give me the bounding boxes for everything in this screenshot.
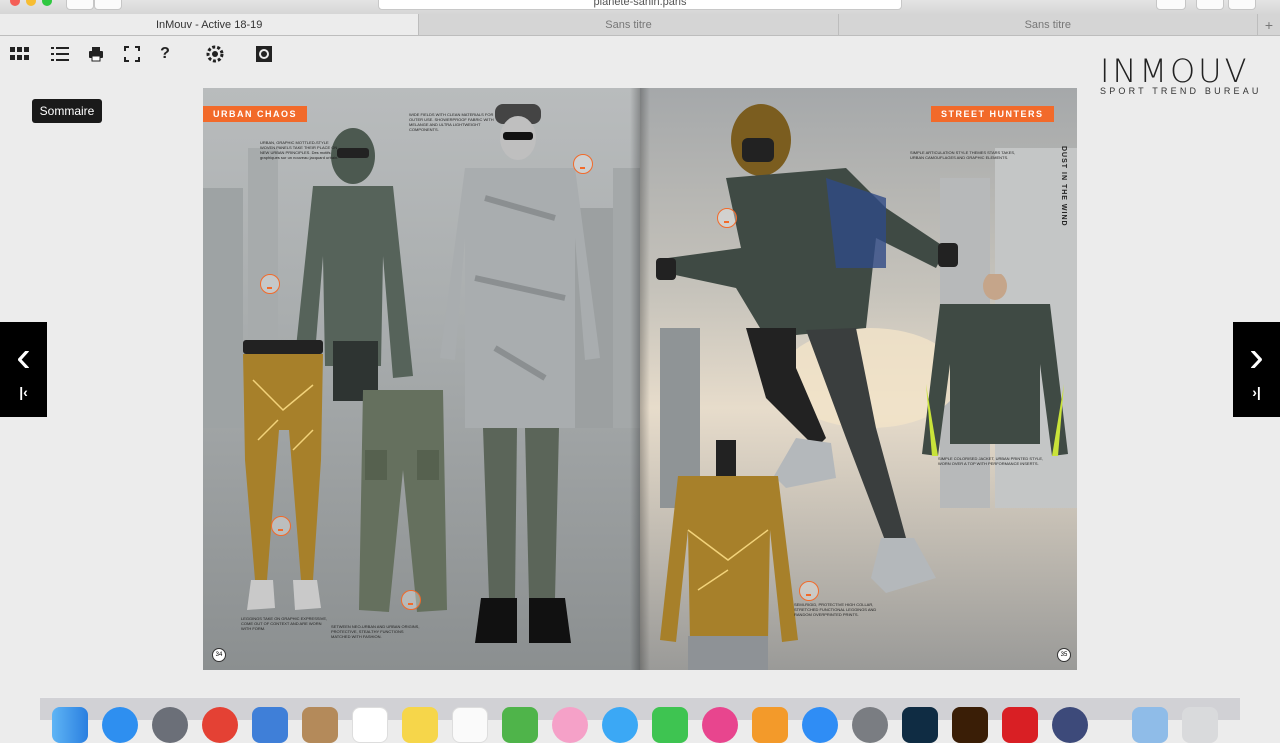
next-page-icon[interactable]: › <box>1249 334 1264 378</box>
finder-icon[interactable] <box>52 707 88 743</box>
download-icon[interactable] <box>401 590 421 610</box>
tab-sans-titre-1[interactable]: Sans titre <box>419 14 839 35</box>
messages-icon[interactable] <box>602 707 638 743</box>
caption-mannequin-jacket: SIMPLE COLORISED JACKET, URBAN PRINTED S… <box>938 456 1044 466</box>
system-preferences-icon[interactable] <box>852 707 888 743</box>
spread-gutter <box>630 88 650 670</box>
itunes-icon[interactable] <box>702 707 738 743</box>
trash-icon[interactable] <box>1182 707 1218 743</box>
facetime-icon[interactable] <box>652 707 688 743</box>
page-number-left: 34 <box>212 648 226 662</box>
macos-dock <box>40 697 1240 743</box>
caption-jacket: URBAN, GRAPHIC MOTTLED-STYLE WOVEN PANEL… <box>260 140 339 160</box>
ibooks-icon[interactable] <box>752 707 788 743</box>
download-icon[interactable] <box>799 581 819 601</box>
new-tab-button[interactable]: + <box>1258 14 1280 35</box>
calendar-icon[interactable] <box>352 707 388 743</box>
launchpad-icon[interactable] <box>152 707 188 743</box>
tab-bar: InMouv - Active 18-19 Sans titre Sans ti… <box>0 14 1280 36</box>
caption-trousers: SETWEEN NEO-URBAN AND URBAN ORIGINS, PRO… <box>331 624 420 639</box>
forward-button[interactable] <box>94 0 122 10</box>
browser-title-bar: planete-sanin.paris <box>0 0 1280 14</box>
first-page-icon[interactable]: |‹ <box>19 384 28 400</box>
magazine-spread: URBAN CHAOS URBAN, GRAPHIC MOTTLED-STYLE… <box>203 88 1077 670</box>
download-icon[interactable] <box>573 154 593 174</box>
next-page-nav[interactable]: › ›| <box>1233 322 1280 417</box>
caption-parka: WIDE FIELDS WITH CLEAN MATERIALS FOR OUT… <box>409 112 494 132</box>
vertical-caption-dust-in-the-wind: DUST IN THE WIND <box>1060 146 1067 227</box>
download-icon[interactable] <box>271 516 291 536</box>
gold-leggings <box>243 340 323 610</box>
minimize-window-icon[interactable] <box>26 0 36 6</box>
numbers-icon[interactable] <box>502 707 538 743</box>
download-icon[interactable] <box>717 208 737 228</box>
photoshop-icon[interactable] <box>902 707 938 743</box>
left-page: URBAN CHAOS URBAN, GRAPHIC MOTTLED-STYLE… <box>203 88 640 670</box>
close-window-icon[interactable] <box>10 0 20 6</box>
contacts-icon[interactable] <box>302 707 338 743</box>
preview-icon[interactable] <box>252 707 288 743</box>
section-tag-urban-chaos: URBAN CHAOS <box>203 106 307 122</box>
flash-icon[interactable] <box>1002 707 1038 743</box>
logo-subtitle: SPORT TREND BUREAU <box>1100 86 1262 96</box>
caption-gold-top: SEMI-RIGID, PROTECTIVE HIGH COLLAR, STRE… <box>794 602 877 617</box>
inmouv-logo: INMOUV SPORT TREND BUREAU <box>1100 54 1265 96</box>
address-bar[interactable]: planete-sanin.paris <box>378 0 902 10</box>
maximize-window-icon[interactable] <box>42 0 52 6</box>
prev-page-icon[interactable]: ‹ <box>16 334 31 378</box>
extension-button[interactable] <box>1156 0 1186 10</box>
app-store-icon[interactable] <box>802 707 838 743</box>
right-page: STREET HUNTERS DUST IN THE WIND SIMPLE A… <box>640 88 1077 670</box>
chrome-icon[interactable] <box>202 707 238 743</box>
grid-icon[interactable] <box>10 44 30 64</box>
page-number-right: 35 <box>1057 648 1071 662</box>
grey-parka-figure <box>440 104 600 643</box>
print-icon[interactable] <box>86 44 106 64</box>
tab-inmouv[interactable]: InMouv - Active 18-19 <box>0 14 420 35</box>
caption-leggings: LEGGINGS TAKE ON GRAPHIC EXPRESSIVE, COM… <box>241 616 328 631</box>
gallery-icon[interactable] <box>254 44 274 64</box>
photos-icon[interactable] <box>552 707 588 743</box>
help-icon[interactable]: ? <box>155 44 175 64</box>
notes-icon[interactable] <box>402 707 438 743</box>
prev-page-nav[interactable]: ‹ |‹ <box>0 322 47 417</box>
back-button[interactable] <box>66 0 94 10</box>
tab-sans-titre-2[interactable]: Sans titre <box>839 14 1258 35</box>
quicktime-icon[interactable] <box>1052 707 1088 743</box>
caption-runner: SIMPLE ARTICULATION STYLE THEMES STARS T… <box>910 150 1016 160</box>
downloads-folder-icon[interactable] <box>1132 707 1168 743</box>
last-page-icon[interactable]: ›| <box>1252 384 1261 400</box>
list-icon[interactable] <box>50 44 70 64</box>
fullscreen-icon[interactable] <box>122 44 142 64</box>
safari-icon[interactable] <box>102 707 138 743</box>
illustrator-icon[interactable] <box>952 707 988 743</box>
logo-title: INMOUV <box>1100 52 1250 90</box>
download-icon[interactable] <box>260 274 280 294</box>
viewer-toolbar: ? <box>0 36 300 72</box>
gold-top <box>660 440 798 670</box>
tabs-overview-button[interactable] <box>1228 0 1256 10</box>
settings-icon[interactable] <box>205 44 225 64</box>
tooltip-sommaire: Sommaire <box>32 99 102 123</box>
reminders-icon[interactable] <box>452 707 488 743</box>
share-button[interactable] <box>1196 0 1224 10</box>
